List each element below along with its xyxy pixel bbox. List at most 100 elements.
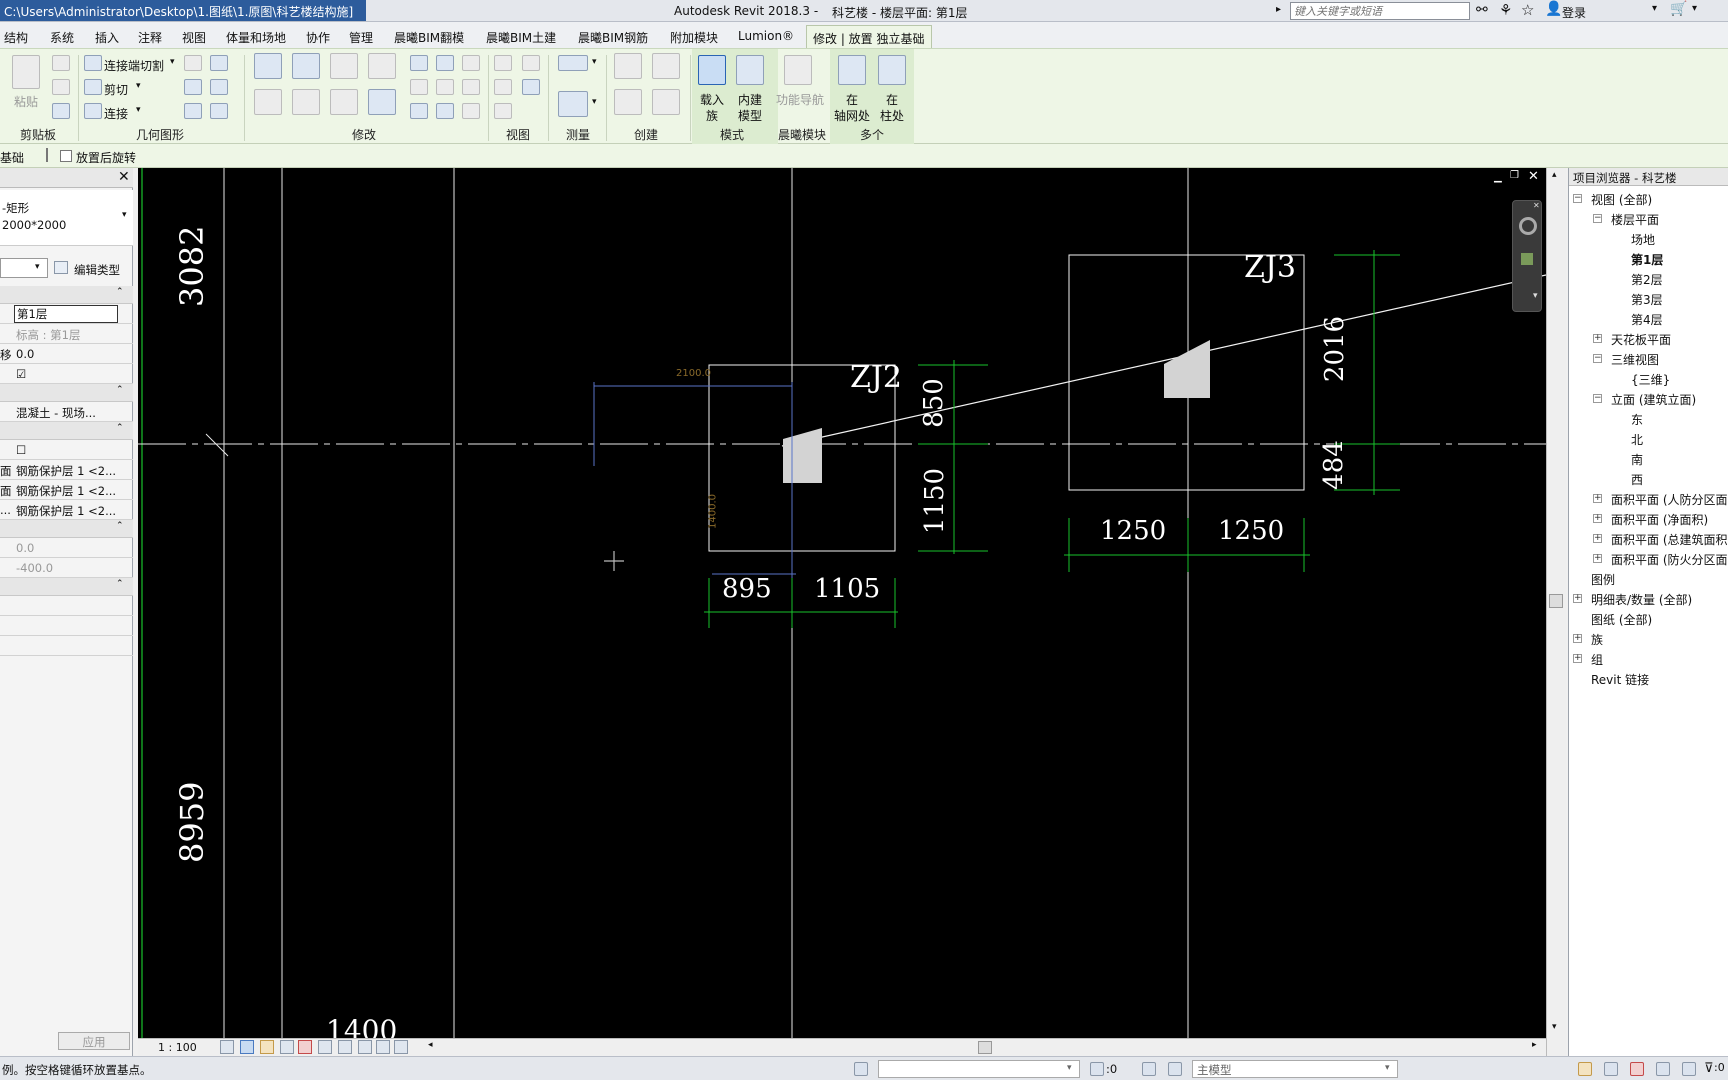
- tab-systems[interactable]: 系统: [50, 29, 74, 46]
- dimension-text-850[interactable]: 850: [919, 373, 949, 433]
- at-columns-label-1[interactable]: 在: [886, 91, 898, 108]
- tree-node[interactable]: 第3层: [1631, 291, 1663, 308]
- tab-chenxi-gangjin[interactable]: 晨曦BIM钢筋: [578, 29, 648, 46]
- dimension-text-895[interactable]: 895: [722, 574, 772, 604]
- design-options-active-icon[interactable]: [1168, 1062, 1182, 1076]
- section-header-constraints[interactable]: ⌃: [0, 286, 133, 304]
- tab-manage[interactable]: 管理: [349, 29, 373, 46]
- array-icon[interactable]: [410, 79, 428, 95]
- filter-icon[interactable]: ⊽: [1704, 1061, 1714, 1076]
- mirror-draw-icon[interactable]: [368, 53, 396, 79]
- move-icon[interactable]: [254, 89, 282, 115]
- drawing-canvas[interactable]: 3082 8959 1400 2100.0 1400.0 ZJ2 ZJ3 850…: [138, 168, 1546, 1038]
- select-links-icon[interactable]: [1578, 1062, 1592, 1076]
- section-header-structural[interactable]: ⌃: [0, 422, 133, 440]
- mirror-axis-icon[interactable]: [330, 53, 358, 79]
- unpin-icon[interactable]: [462, 79, 480, 95]
- tree-node[interactable]: 楼层平面: [1611, 211, 1659, 228]
- tree-node[interactable]: 北: [1631, 431, 1643, 448]
- tree-toggle-icon[interactable]: +: [1573, 654, 1582, 663]
- view-minimize-icon[interactable]: ▁: [1494, 172, 1502, 183]
- line-weight-icon[interactable]: [522, 79, 540, 95]
- cut-join-label[interactable]: 连接端切割: [104, 57, 164, 74]
- tree-node[interactable]: 南: [1631, 451, 1643, 468]
- tab-modify-place-foundation[interactable]: 修改 | 放置 独立基础: [806, 25, 932, 48]
- login-link[interactable]: 登录: [1562, 4, 1586, 21]
- tree-node[interactable]: 第2层: [1631, 271, 1663, 288]
- navbar-close-icon[interactable]: ✕: [1533, 201, 1540, 210]
- join-dropdown-icon[interactable]: ▾: [136, 105, 141, 115]
- tree-node[interactable]: 组: [1591, 651, 1603, 668]
- rotate-after-checkbox[interactable]: [60, 150, 72, 162]
- tab-structure[interactable]: 结构: [4, 29, 28, 46]
- tree-node[interactable]: 面积平面 (人防分区面: [1611, 491, 1728, 508]
- filter-dropdown-icon[interactable]: ▾: [35, 262, 40, 272]
- expand-arrow-icon[interactable]: ▸: [1276, 4, 1281, 15]
- create-assembly-icon[interactable]: [614, 89, 642, 115]
- vertical-scrollbar[interactable]: ▴ ▾: [1546, 168, 1566, 1056]
- tree-toggle-icon[interactable]: +: [1593, 494, 1602, 503]
- dimension-text-2016[interactable]: 2016: [1320, 304, 1350, 394]
- inplace-model-label-2[interactable]: 模型: [738, 107, 762, 124]
- cut-clipboard-icon[interactable]: [52, 55, 70, 71]
- create-similar-icon[interactable]: [652, 89, 680, 115]
- at-grids-label-1[interactable]: 在: [846, 91, 858, 108]
- sun-path-icon[interactable]: [260, 1040, 274, 1054]
- tree-node[interactable]: 第1层: [1631, 251, 1663, 268]
- visual-style-icon[interactable]: [240, 1040, 254, 1054]
- scroll-up-arrow-icon[interactable]: ▴: [1552, 170, 1557, 180]
- tree-toggle-icon[interactable]: −: [1573, 194, 1582, 203]
- split-face-icon[interactable]: [184, 79, 202, 95]
- tree-node[interactable]: 场地: [1631, 231, 1655, 248]
- search-input[interactable]: [1290, 2, 1470, 20]
- tree-node[interactable]: 第4层: [1631, 311, 1663, 328]
- scale-icon[interactable]: [436, 79, 454, 95]
- halftone-icon[interactable]: [494, 103, 512, 119]
- scroll-left-arrow-icon[interactable]: ◂: [428, 1040, 433, 1050]
- hide-view-icon[interactable]: [494, 55, 512, 71]
- shadows-icon[interactable]: [280, 1040, 294, 1054]
- tab-chenxi-tujian[interactable]: 晨曦BIM土建: [486, 29, 556, 46]
- tab-lumion[interactable]: Lumion®: [738, 29, 794, 43]
- edit-type-button[interactable]: 编辑类型: [74, 262, 120, 278]
- tree-node[interactable]: 面积平面 (总建筑面积: [1611, 531, 1728, 548]
- tab-chenxi-fanmo[interactable]: 晨曦BIM翻模: [394, 29, 464, 46]
- prop-row-empty-2[interactable]: [0, 616, 133, 636]
- at-columns-label-2[interactable]: 柱处: [880, 107, 904, 124]
- level-value-field[interactable]: 第1层: [14, 305, 118, 323]
- instance-filter-select[interactable]: ▾: [0, 258, 48, 278]
- trim-extend-icon[interactable]: [368, 89, 396, 115]
- select-pinned-icon[interactable]: [1630, 1062, 1644, 1076]
- temporary-hide-icon[interactable]: [338, 1040, 352, 1054]
- tab-massing[interactable]: 体量和场地: [226, 29, 286, 46]
- cut-join-icon[interactable]: [84, 55, 102, 71]
- tree-toggle-icon[interactable]: +: [1573, 634, 1582, 643]
- cart-icon[interactable]: 🛒: [1670, 1, 1687, 17]
- measure-distance-icon[interactable]: [558, 55, 588, 71]
- split-element-icon[interactable]: [410, 55, 428, 71]
- dimension-text-1250-right[interactable]: 1250: [1218, 516, 1284, 546]
- dimension-text-1400[interactable]: 1400: [326, 1014, 397, 1038]
- tree-node[interactable]: 天花板平面: [1611, 331, 1671, 348]
- view-restore-icon[interactable]: ❐: [1510, 170, 1519, 181]
- crop-view-icon[interactable]: [298, 1040, 312, 1054]
- design-options-icon[interactable]: [1142, 1062, 1156, 1076]
- tree-node[interactable]: 族: [1591, 631, 1603, 648]
- star-communication-icon[interactable]: ⚘: [1499, 1, 1512, 19]
- copy-element-icon[interactable]: [292, 89, 320, 115]
- create-group-icon[interactable]: [652, 53, 680, 79]
- tree-toggle-icon[interactable]: +: [1573, 594, 1582, 603]
- navbar-dropdown-icon[interactable]: ▾: [1533, 291, 1538, 301]
- tree-node[interactable]: 视图 (全部): [1591, 191, 1652, 208]
- view-scale[interactable]: 1 : 100: [158, 1041, 197, 1054]
- cut-dropdown-icon[interactable]: ▾: [136, 81, 141, 91]
- beam-system-icon[interactable]: [184, 103, 202, 119]
- type-selector[interactable]: -矩形 2000*2000 ▾: [0, 190, 133, 246]
- trim-multiple-icon[interactable]: [436, 103, 454, 119]
- match-properties-icon[interactable]: [52, 103, 70, 119]
- dimension-text-1250-left[interactable]: 1250: [1100, 516, 1166, 546]
- tree-node[interactable]: 东: [1631, 411, 1643, 428]
- analytical-model-icon[interactable]: [376, 1040, 390, 1054]
- load-family-label-1[interactable]: 载入: [700, 91, 724, 108]
- login-dropdown-icon[interactable]: ▾: [1652, 3, 1657, 14]
